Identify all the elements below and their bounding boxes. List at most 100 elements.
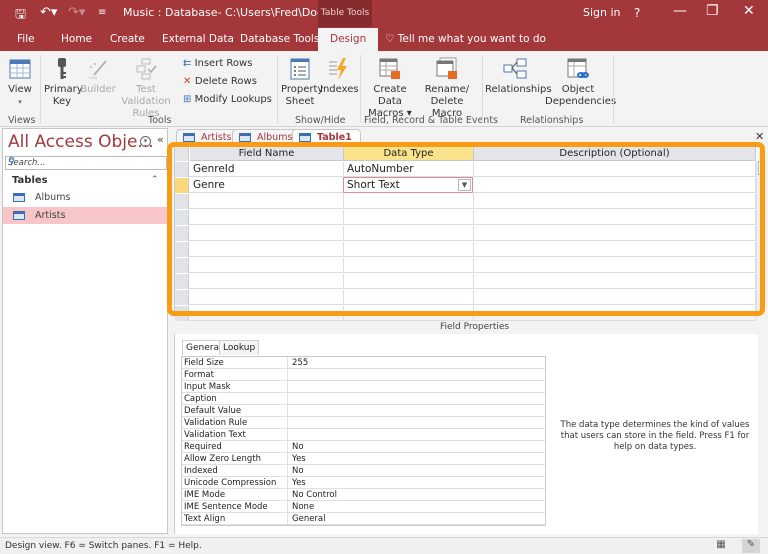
datasheet-view-icon[interactable]: ▦ bbox=[712, 539, 730, 553]
tab-design[interactable]: Design bbox=[318, 28, 379, 51]
property-row[interactable]: Unicode Compression Yes bbox=[182, 477, 545, 489]
row-selector[interactable] bbox=[175, 306, 189, 321]
property-value[interactable]: 255 bbox=[292, 357, 308, 369]
property-row[interactable]: Field Size 255 bbox=[182, 357, 545, 369]
property-row[interactable]: Allow Zero Length Yes bbox=[182, 453, 545, 465]
vertical-scrollbar[interactable] bbox=[756, 161, 766, 316]
field-name-cell[interactable]: GenreId bbox=[190, 162, 344, 177]
data-type-cell[interactable] bbox=[344, 306, 474, 321]
sign-in-link[interactable]: Sign in bbox=[583, 6, 621, 19]
property-row[interactable]: IME Sentence Mode None bbox=[182, 501, 545, 513]
nav-pane-title[interactable]: All Access Obje... bbox=[8, 132, 154, 152]
description-cell[interactable] bbox=[474, 194, 756, 209]
nav-item-albums[interactable]: Albums bbox=[3, 189, 167, 206]
design-view-icon[interactable]: ✎ bbox=[742, 539, 760, 553]
row-selector[interactable] bbox=[175, 194, 189, 209]
select-all-corner[interactable] bbox=[175, 146, 189, 161]
delete-rows-button[interactable]: ✕ Delete Rows bbox=[183, 76, 257, 87]
data-type-cell[interactable] bbox=[344, 242, 474, 257]
data-type-cell[interactable] bbox=[344, 290, 474, 305]
primary-key-button[interactable]: Primary Key bbox=[44, 57, 83, 108]
description-cell[interactable] bbox=[474, 306, 756, 321]
data-type-select[interactable]: Short Text ▼ bbox=[343, 177, 473, 193]
property-row[interactable]: Text Align General bbox=[182, 513, 545, 525]
close-document-icon[interactable]: ✕ bbox=[755, 130, 764, 143]
tab-external-data[interactable]: External Data bbox=[162, 33, 234, 45]
data-type-cell[interactable] bbox=[344, 210, 474, 225]
nav-collapse-icon[interactable]: « bbox=[157, 133, 164, 146]
nav-menu-dropdown-icon[interactable]: ▾ bbox=[140, 136, 151, 147]
row-selector[interactable] bbox=[175, 162, 189, 177]
help-button[interactable]: ? bbox=[634, 6, 640, 20]
tab-database-tools[interactable]: Database Tools bbox=[240, 33, 319, 45]
relationships-button[interactable]: Relationships bbox=[485, 57, 552, 96]
row-selector[interactable] bbox=[175, 210, 189, 225]
rename-delete-macro-button[interactable]: Rename/Delete Macro bbox=[417, 57, 477, 120]
property-value[interactable]: General bbox=[292, 513, 326, 525]
nav-item-artists[interactable]: Artists bbox=[3, 207, 167, 224]
view-button[interactable]: View ▾ bbox=[4, 57, 36, 108]
property-row[interactable]: Indexed No bbox=[182, 465, 545, 477]
property-row[interactable]: Caption bbox=[182, 393, 545, 405]
field-name-cell[interactable] bbox=[190, 306, 344, 321]
description-cell[interactable] bbox=[474, 178, 756, 193]
chevron-down-icon[interactable]: ▼ bbox=[458, 179, 471, 191]
data-type-cell[interactable] bbox=[344, 274, 474, 289]
property-row[interactable]: Default Value bbox=[182, 405, 545, 417]
data-type-cell[interactable] bbox=[344, 226, 474, 241]
row-selector[interactable] bbox=[175, 242, 189, 257]
row-selector[interactable] bbox=[175, 274, 189, 289]
property-value[interactable]: None bbox=[292, 501, 314, 513]
property-value[interactable]: No bbox=[292, 465, 304, 477]
field-name-cell[interactable] bbox=[190, 258, 344, 273]
description-cell[interactable] bbox=[474, 226, 756, 241]
insert-rows-button[interactable]: ⇇ Insert Rows bbox=[183, 58, 252, 69]
object-dependencies-button[interactable]: Object Dependencies bbox=[545, 57, 616, 108]
property-row[interactable]: Input Mask bbox=[182, 381, 545, 393]
property-value[interactable]: Yes bbox=[292, 453, 306, 465]
property-row[interactable]: Validation Text bbox=[182, 429, 545, 441]
field-name-cell[interactable] bbox=[190, 210, 344, 225]
field-name-cell[interactable] bbox=[190, 242, 344, 257]
field-name-cell[interactable] bbox=[190, 290, 344, 305]
tab-home[interactable]: Home bbox=[61, 33, 92, 45]
minimize-button[interactable]: — bbox=[673, 3, 687, 19]
save-icon[interactable]: 🖫 bbox=[15, 5, 26, 27]
search-icon[interactable]: ⚲ bbox=[8, 156, 164, 167]
close-button[interactable]: ✕ bbox=[743, 3, 755, 19]
description-cell[interactable] bbox=[474, 210, 756, 225]
section-collapse-icon[interactable]: ⌃ bbox=[151, 175, 159, 185]
row-selector[interactable] bbox=[175, 290, 189, 305]
restore-button[interactable]: ❐ bbox=[706, 3, 719, 19]
field-name-cell[interactable] bbox=[190, 226, 344, 241]
data-type-cell[interactable] bbox=[344, 258, 474, 273]
property-value[interactable]: No Control bbox=[292, 489, 337, 501]
doc-tab-artists[interactable]: Artists bbox=[176, 129, 241, 145]
modify-lookups-button[interactable]: ⊞ Modify Lookups bbox=[183, 94, 272, 105]
nav-search-input[interactable]: Search... ⚲ bbox=[5, 156, 167, 170]
field-name-cell[interactable]: Genre bbox=[190, 178, 344, 193]
tell-me-search[interactable]: ♡ Tell me what you want to do bbox=[385, 33, 546, 45]
doc-tab-table1[interactable]: Table1 bbox=[292, 129, 361, 145]
property-row[interactable]: Format bbox=[182, 369, 545, 381]
row-selector[interactable] bbox=[175, 258, 189, 273]
redo-icon[interactable]: ↷▾ bbox=[68, 5, 85, 20]
row-selector-current[interactable] bbox=[175, 178, 189, 193]
scrollbar-thumb[interactable] bbox=[758, 161, 765, 175]
create-data-macros-button[interactable]: Create Data Macros ▾ bbox=[363, 57, 417, 120]
tab-create[interactable]: Create bbox=[110, 33, 145, 45]
property-row[interactable]: Validation Rule bbox=[182, 417, 545, 429]
field-name-cell[interactable] bbox=[190, 274, 344, 289]
builder-button[interactable]: Builder bbox=[80, 57, 116, 96]
field-name-cell[interactable] bbox=[190, 194, 344, 209]
description-cell[interactable] bbox=[474, 274, 756, 289]
test-validation-rules-button[interactable]: Test Validation Rules bbox=[116, 57, 176, 120]
description-cell[interactable] bbox=[474, 258, 756, 273]
description-cell[interactable] bbox=[474, 290, 756, 305]
customize-qat-icon[interactable]: ≡ bbox=[98, 7, 106, 18]
tab-lookup[interactable]: Lookup bbox=[219, 340, 260, 355]
nav-section-tables[interactable]: Tables bbox=[12, 175, 48, 186]
description-cell[interactable] bbox=[474, 242, 756, 257]
data-type-cell[interactable] bbox=[344, 194, 474, 209]
property-row[interactable]: IME Mode No Control bbox=[182, 489, 545, 501]
